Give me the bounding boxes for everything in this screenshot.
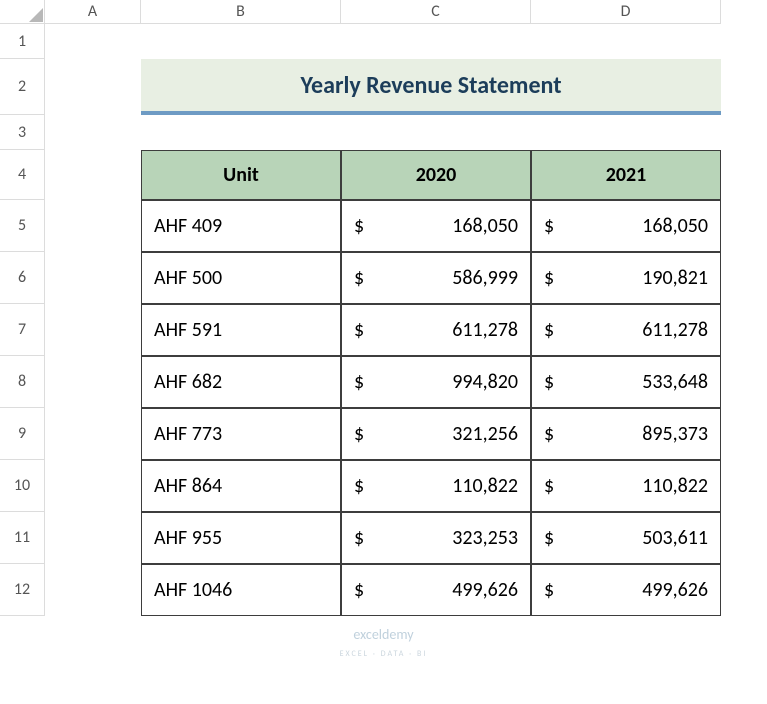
- cell-value: 168,050: [642, 214, 708, 238]
- currency-symbol: $: [354, 370, 364, 394]
- currency-symbol: $: [354, 214, 364, 238]
- col-header-d[interactable]: D: [531, 0, 721, 24]
- cell-2020[interactable]: $611,278: [341, 304, 531, 356]
- cell-value: 190,821: [642, 266, 708, 290]
- cell-value: 323,253: [452, 526, 518, 550]
- cell-value: 168,050: [452, 214, 518, 238]
- row-header-3[interactable]: 3: [0, 115, 45, 150]
- currency-symbol: $: [354, 474, 364, 498]
- row-header-9[interactable]: 9: [0, 408, 45, 460]
- cell-2021[interactable]: $611,278: [531, 304, 721, 356]
- cell-unit[interactable]: AHF 773: [141, 408, 341, 460]
- cell-value: 533,648: [642, 370, 708, 394]
- watermark-brand: exceldemy: [353, 626, 413, 643]
- watermark: exceldemy EXCEL · DATA · BI: [340, 626, 428, 660]
- cell-2020[interactable]: $321,256: [341, 408, 531, 460]
- currency-symbol: $: [354, 526, 364, 550]
- watermark-tagline: EXCEL · DATA · BI: [340, 649, 428, 659]
- cell-value: 110,822: [642, 474, 708, 498]
- currency-symbol: $: [354, 578, 364, 602]
- cell-value: 110,822: [452, 474, 518, 498]
- col-header-a[interactable]: A: [45, 0, 141, 24]
- row-header-6[interactable]: 6: [0, 252, 45, 304]
- cell-2021[interactable]: $895,373: [531, 408, 721, 460]
- page-title[interactable]: Yearly Revenue Statement: [141, 59, 721, 115]
- currency-symbol: $: [544, 214, 554, 238]
- currency-symbol: $: [544, 474, 554, 498]
- currency-symbol: $: [354, 422, 364, 446]
- cell-2020[interactable]: $110,822: [341, 460, 531, 512]
- row-header-7[interactable]: 7: [0, 304, 45, 356]
- row-header-4[interactable]: 4: [0, 150, 45, 200]
- currency-symbol: $: [544, 266, 554, 290]
- cell-value: 994,820: [452, 370, 518, 394]
- col-header-b[interactable]: B: [141, 0, 341, 24]
- table-header-2020[interactable]: 2020: [341, 150, 531, 200]
- cell-value: 611,278: [452, 318, 518, 342]
- row-header-10[interactable]: 10: [0, 460, 45, 512]
- currency-symbol: $: [354, 266, 364, 290]
- cell-2021[interactable]: $110,822: [531, 460, 721, 512]
- cell-value: 321,256: [452, 422, 518, 446]
- cell-unit[interactable]: AHF 409: [141, 200, 341, 252]
- currency-symbol: $: [544, 422, 554, 446]
- cell-2021[interactable]: $503,611: [531, 512, 721, 564]
- cell-value: 499,626: [642, 578, 708, 602]
- row-header-5[interactable]: 5: [0, 200, 45, 252]
- cell-2020[interactable]: $499,626: [341, 564, 531, 616]
- cell-unit[interactable]: AHF 500: [141, 252, 341, 304]
- currency-symbol: $: [544, 578, 554, 602]
- cell-2020[interactable]: $168,050: [341, 200, 531, 252]
- row-header-1[interactable]: 1: [0, 24, 45, 59]
- row-header-2[interactable]: 2: [0, 59, 45, 115]
- cell-unit[interactable]: AHF 955: [141, 512, 341, 564]
- col-header-c[interactable]: C: [341, 0, 531, 24]
- table-header-2021[interactable]: 2021: [531, 150, 721, 200]
- row-header-12[interactable]: 12: [0, 564, 45, 616]
- table-header-unit[interactable]: Unit: [141, 150, 341, 200]
- cell-2021[interactable]: $168,050: [531, 200, 721, 252]
- select-all-corner[interactable]: [0, 0, 45, 24]
- cell-2020[interactable]: $323,253: [341, 512, 531, 564]
- cell-2020[interactable]: $586,999: [341, 252, 531, 304]
- currency-symbol: $: [544, 526, 554, 550]
- cell-2021[interactable]: $190,821: [531, 252, 721, 304]
- currency-symbol: $: [544, 370, 554, 394]
- cell-unit[interactable]: AHF 591: [141, 304, 341, 356]
- cell-value: 586,999: [452, 266, 518, 290]
- row-header-8[interactable]: 8: [0, 356, 45, 408]
- currency-symbol: $: [354, 318, 364, 342]
- cell-value: 503,611: [642, 526, 708, 550]
- cell-unit[interactable]: AHF 682: [141, 356, 341, 408]
- cell-2021[interactable]: $533,648: [531, 356, 721, 408]
- cell-unit[interactable]: AHF 864: [141, 460, 341, 512]
- row-header-11[interactable]: 11: [0, 512, 45, 564]
- spreadsheet-grid[interactable]: A B C D 1 2 3 4 5 6 7 8 9 10 11 12 Yearl…: [0, 0, 767, 616]
- cell-2021[interactable]: $499,626: [531, 564, 721, 616]
- select-all-icon: [29, 8, 43, 22]
- cell-value: 499,626: [452, 578, 518, 602]
- cell-value: 611,278: [642, 318, 708, 342]
- cell-value: 895,373: [642, 422, 708, 446]
- cell-2020[interactable]: $994,820: [341, 356, 531, 408]
- cell-unit[interactable]: AHF 1046: [141, 564, 341, 616]
- currency-symbol: $: [544, 318, 554, 342]
